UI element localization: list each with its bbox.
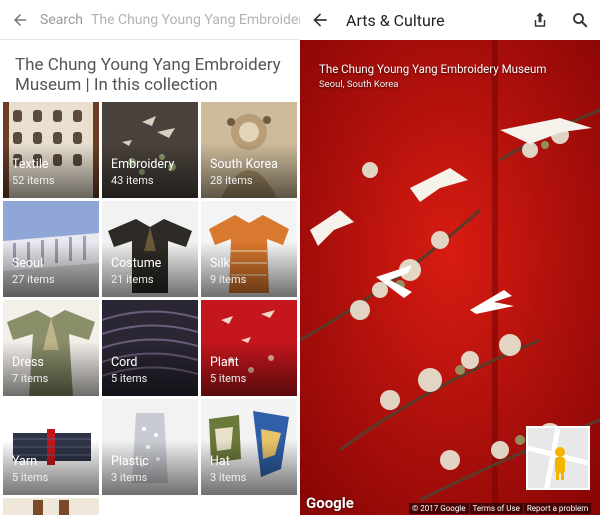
collection-pane: Search The Chung Young Yang Embroidery M… bbox=[0, 0, 300, 515]
terms-link[interactable]: Terms of Use bbox=[469, 503, 523, 514]
report-problem-link[interactable]: Report a problem bbox=[523, 503, 592, 514]
category-tile-hat[interactable]: Hat 3 items bbox=[201, 399, 297, 495]
category-tile-south-korea[interactable]: South Korea 28 items bbox=[201, 102, 297, 198]
tile-count: 52 items bbox=[12, 174, 55, 187]
tile-label: Hat bbox=[210, 454, 230, 469]
search-bar[interactable]: Search The Chung Young Yang Embroidery M bbox=[0, 0, 300, 40]
tile-label: Textile bbox=[12, 157, 49, 172]
museum-name: The Chung Young Yang Embroidery Museum bbox=[319, 62, 547, 76]
category-tile-costume[interactable]: Costume 21 items bbox=[102, 201, 198, 297]
category-tile-seoul[interactable]: Seoul 27 items bbox=[3, 201, 99, 297]
tile-count: 5 items bbox=[210, 372, 247, 385]
tile-count: 43 items bbox=[111, 174, 154, 187]
copyright-text: © 2017 Google bbox=[409, 503, 469, 514]
tile-label: Costume bbox=[111, 256, 162, 271]
tile-label: Seoul bbox=[12, 256, 44, 271]
share-icon[interactable] bbox=[520, 0, 560, 40]
tile-count: 3 items bbox=[210, 471, 247, 484]
tile-label: Cord bbox=[111, 355, 138, 370]
tile-count: 5 items bbox=[12, 471, 49, 484]
map-footer: © 2017 Google Terms of Use Report a prob… bbox=[408, 503, 592, 514]
tile-label: South Korea bbox=[210, 157, 278, 172]
tile-count: 21 items bbox=[111, 273, 154, 286]
tile-label: Yarn bbox=[12, 454, 37, 469]
google-logo: Google bbox=[306, 494, 354, 512]
tile-label: Plant bbox=[210, 355, 239, 370]
mini-map[interactable] bbox=[526, 426, 590, 490]
category-tile-plant[interactable]: Plant 5 items bbox=[201, 300, 297, 396]
tile-count: 5 items bbox=[111, 372, 148, 385]
partial-next-tile[interactable] bbox=[3, 498, 99, 515]
search-placeholder: Search bbox=[40, 11, 84, 28]
tile-label: Plastic bbox=[111, 454, 149, 469]
page-title: The Chung Young Yang Embroidery Museum |… bbox=[15, 55, 281, 95]
category-tile-textile[interactable]: Textile 52 items bbox=[3, 102, 99, 198]
tile-label: Silk bbox=[210, 256, 230, 271]
tile-count: 7 items bbox=[12, 372, 49, 385]
tile-label: Embroidery bbox=[111, 157, 175, 172]
category-grid: Textile 52 items Embroidery 43 items Sou… bbox=[3, 102, 297, 495]
tile-label: Dress bbox=[12, 355, 44, 370]
category-tile-plastic[interactable]: Plastic 3 items bbox=[102, 399, 198, 495]
tile-count: 27 items bbox=[12, 273, 55, 286]
pegman-icon bbox=[528, 428, 588, 488]
search-icon[interactable] bbox=[560, 0, 600, 40]
tile-count: 9 items bbox=[210, 273, 247, 286]
category-tile-embroidery[interactable]: Embroidery 43 items bbox=[102, 102, 198, 198]
tile-count: 28 items bbox=[210, 174, 253, 187]
search-input[interactable]: The Chung Young Yang Embroidery M bbox=[91, 12, 300, 28]
back-arrow-icon[interactable] bbox=[0, 0, 40, 40]
category-tile-yarn[interactable]: Yarn 5 items bbox=[3, 399, 99, 495]
street-view-pane: Arts & Culture The Chung Young Yang Embr… bbox=[300, 0, 600, 515]
back-arrow-icon[interactable] bbox=[300, 0, 340, 40]
category-tile-cord[interactable]: Cord 5 items bbox=[102, 300, 198, 396]
museum-location: Seoul, South Korea bbox=[319, 79, 399, 90]
app-bar: Arts & Culture bbox=[300, 0, 600, 40]
app-title: Arts & Culture bbox=[346, 10, 445, 30]
category-tile-silk[interactable]: Silk 9 items bbox=[201, 201, 297, 297]
category-tile-dress[interactable]: Dress 7 items bbox=[3, 300, 99, 396]
tile-count: 3 items bbox=[111, 471, 148, 484]
